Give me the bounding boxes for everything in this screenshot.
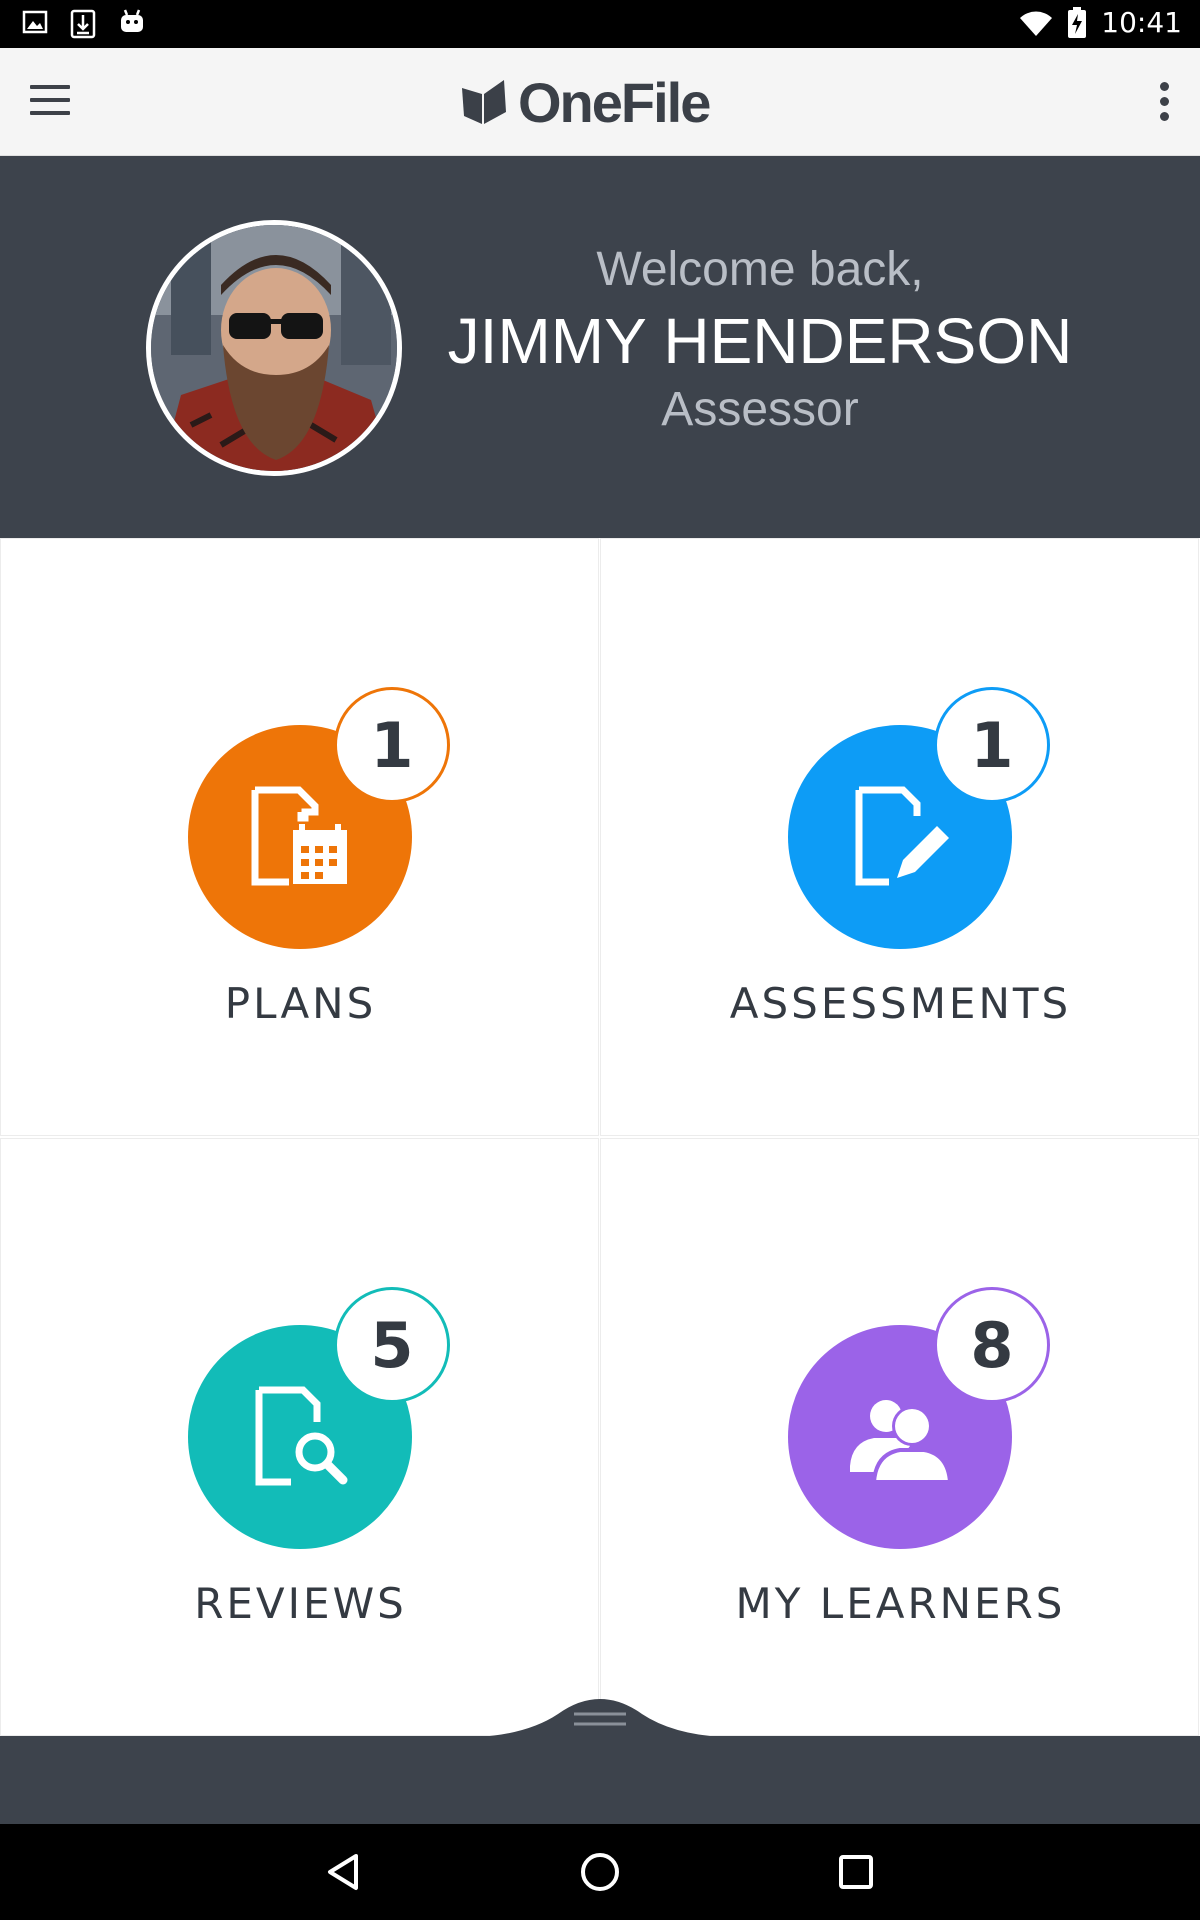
plans-count-badge: 1 [334, 687, 450, 803]
logo-text: OneFile [518, 70, 711, 134]
tile-label: PLANS [224, 979, 377, 1028]
tile-plans[interactable]: 1 PLANS [0, 538, 599, 1136]
download-icon [70, 9, 96, 39]
clock: 10:41 [1101, 6, 1182, 39]
tile-label: ASSESSMENTS [729, 979, 1072, 1028]
tile-assessments[interactable]: 1 ASSESSMENTS [600, 538, 1199, 1136]
app-logo: OneFile [460, 70, 711, 134]
tile-label: MY LEARNERS [735, 1579, 1066, 1628]
home-icon[interactable] [570, 1842, 630, 1902]
reviews-count-badge: 5 [334, 1287, 450, 1403]
back-icon[interactable] [314, 1842, 374, 1902]
image-icon [22, 10, 48, 34]
more-vertical-icon[interactable] [1158, 82, 1170, 124]
battery-charging-icon [1068, 6, 1087, 38]
onefile-logo-icon [462, 80, 506, 124]
tile-my-learners[interactable]: 8 MY LEARNERS [600, 1138, 1199, 1736]
dashboard-tiles: 1 PLANS 1 ASSESSMENTS 5 REVIEWS 8 MY LEA… [0, 538, 1200, 1736]
app-bar: OneFile [0, 48, 1200, 156]
drawer-handle[interactable] [478, 1684, 722, 1738]
wifi-icon [1020, 11, 1053, 36]
bottom-bar [0, 1736, 1200, 1824]
welcome-text: Welcome back, [596, 243, 924, 296]
avatar[interactable] [146, 220, 402, 476]
recents-icon[interactable] [826, 1842, 886, 1902]
android-icon [121, 9, 143, 32]
status-bar: 10:41 [0, 0, 1200, 48]
profile-header: Welcome back, JIMMY HENDERSON Assessor [0, 156, 1200, 538]
user-role: Assessor [661, 383, 859, 436]
learners-count-badge: 8 [934, 1287, 1050, 1403]
hamburger-menu-icon[interactable] [30, 85, 70, 119]
system-nav-bar [0, 1824, 1200, 1920]
tile-reviews[interactable]: 5 REVIEWS [0, 1138, 599, 1736]
tile-label: REVIEWS [194, 1579, 407, 1628]
user-name: JIMMY HENDERSON [447, 305, 1073, 377]
assessments-count-badge: 1 [934, 687, 1050, 803]
